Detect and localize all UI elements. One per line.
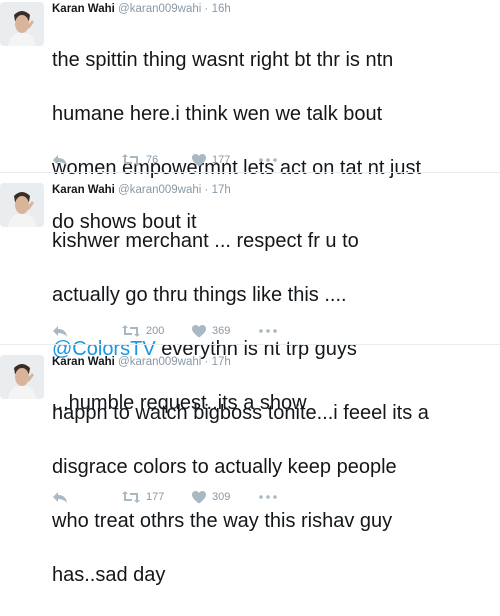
like-button[interactable]: 369 xyxy=(192,321,230,341)
retweet-count: 76 xyxy=(146,154,159,166)
like-count: 369 xyxy=(212,325,231,337)
retweet-button[interactable]: 177 xyxy=(122,487,164,507)
tweet-time[interactable]: 17h xyxy=(212,356,231,368)
avatar[interactable] xyxy=(0,183,44,227)
user-name[interactable]: Karan Wahi xyxy=(52,3,115,15)
reply-button[interactable] xyxy=(52,487,68,507)
tweet-line: the spittin thing wasnt right bt thr is … xyxy=(52,49,394,71)
reply-button[interactable] xyxy=(52,321,68,341)
tweet-line: happn to watch bigboss tonite...i feeel … xyxy=(52,402,429,424)
tweet-header: Karan Wahi @karan009wahi · 17h xyxy=(52,183,231,198)
tweet-actions: 177 309 xyxy=(52,487,492,507)
tweet-actions: 200 369 xyxy=(52,321,492,341)
tweet-time[interactable]: 16h xyxy=(212,3,231,15)
tweet-timeline: Karan Wahi @karan009wahi · 16h the spitt… xyxy=(0,0,500,586)
retweet-count: 177 xyxy=(146,491,165,503)
more-icon xyxy=(259,329,277,333)
like-count: 309 xyxy=(212,491,231,503)
avatar[interactable] xyxy=(0,355,44,399)
retweet-button[interactable]: 76 xyxy=(122,150,158,170)
heart-icon xyxy=(192,324,206,337)
separator-dot: · xyxy=(204,184,209,196)
more-button[interactable] xyxy=(259,487,277,507)
retweet-button[interactable]: 200 xyxy=(122,321,164,341)
tweet-line: humane here.i think wen we talk bout xyxy=(52,103,383,125)
tweet-header: Karan Wahi @karan009wahi · 17h xyxy=(52,355,231,370)
user-name[interactable]: Karan Wahi xyxy=(52,184,115,196)
tweet-line: who treat othrs the way this rishav guy xyxy=(52,510,393,532)
like-count: 177 xyxy=(212,154,231,166)
more-icon xyxy=(259,158,277,162)
heart-icon xyxy=(192,153,206,166)
user-handle[interactable]: @karan009wahi xyxy=(118,356,201,368)
avatar[interactable] xyxy=(0,2,44,46)
more-button[interactable] xyxy=(259,150,277,170)
retweet-icon xyxy=(122,491,140,503)
like-button[interactable]: 177 xyxy=(192,150,230,170)
reply-icon xyxy=(53,492,67,503)
more-button[interactable] xyxy=(259,321,277,341)
more-icon xyxy=(259,495,277,499)
tweet-time[interactable]: 17h xyxy=(212,184,231,196)
like-button[interactable]: 309 xyxy=(192,487,230,507)
reply-button[interactable] xyxy=(52,150,68,170)
tweet-actions: 76 177 xyxy=(52,150,492,170)
tweet[interactable]: Karan Wahi @karan009wahi · 17h kishwer m… xyxy=(0,172,500,414)
tweet-line: has..sad day xyxy=(52,564,166,586)
separator-dot: · xyxy=(204,3,209,15)
retweet-count: 200 xyxy=(146,325,165,337)
separator-dot: · xyxy=(204,356,209,368)
tweet[interactable]: Karan Wahi @karan009wahi · 16h the spitt… xyxy=(0,0,500,233)
tweet-header: Karan Wahi @karan009wahi · 16h xyxy=(52,2,231,17)
heart-icon xyxy=(192,490,206,503)
user-handle[interactable]: @karan009wahi xyxy=(118,184,201,196)
tweet[interactable]: Karan Wahi @karan009wahi · 17h happn to … xyxy=(0,344,500,586)
reply-icon xyxy=(53,326,67,337)
user-name[interactable]: Karan Wahi xyxy=(52,356,115,368)
tweet-line: actually go thru things like this .... xyxy=(52,284,347,306)
tweet-line: kishwer merchant ... respect fr u to xyxy=(52,230,359,252)
retweet-icon xyxy=(122,154,140,166)
tweet-line: disgrace colors to actually keep people xyxy=(52,456,397,478)
user-handle[interactable]: @karan009wahi xyxy=(118,3,201,15)
reply-icon xyxy=(53,155,67,166)
retweet-icon xyxy=(122,325,140,337)
